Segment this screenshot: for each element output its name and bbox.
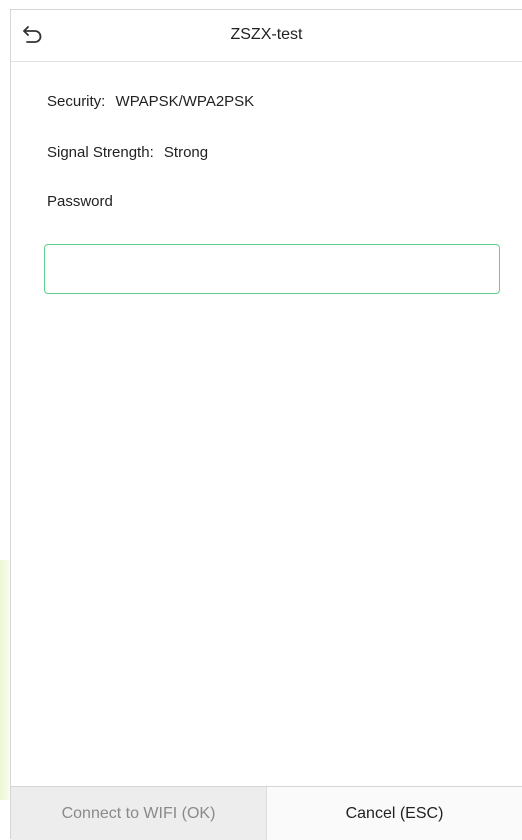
cancel-button[interactable]: Cancel (ESC) <box>267 787 522 840</box>
security-value: WPAPSK/WPA2PSK <box>115 93 255 110</box>
signal-strength-value: Strong <box>163 144 209 161</box>
signal-strength-label: Signal Strength: <box>47 144 154 161</box>
password-label: Password <box>47 193 113 210</box>
password-input[interactable] <box>44 244 500 294</box>
wifi-connect-screen: ZSZX-test Security: WPAPSK/WPA2PSK Signa… <box>10 9 522 840</box>
back-arrow-icon <box>23 25 43 48</box>
header-bar: ZSZX-test <box>11 10 522 62</box>
signal-strength-row: Signal Strength: Strong <box>47 144 208 161</box>
back-button[interactable] <box>19 22 47 50</box>
security-row: Security: WPAPSK/WPA2PSK <box>47 93 254 110</box>
connect-wifi-button[interactable]: Connect to WIFI (OK) <box>11 787 267 840</box>
security-label: Security: <box>47 93 106 110</box>
page-title: ZSZX-test <box>230 26 303 43</box>
footer-actions: Connect to WIFI (OK) Cancel (ESC) <box>11 786 522 840</box>
